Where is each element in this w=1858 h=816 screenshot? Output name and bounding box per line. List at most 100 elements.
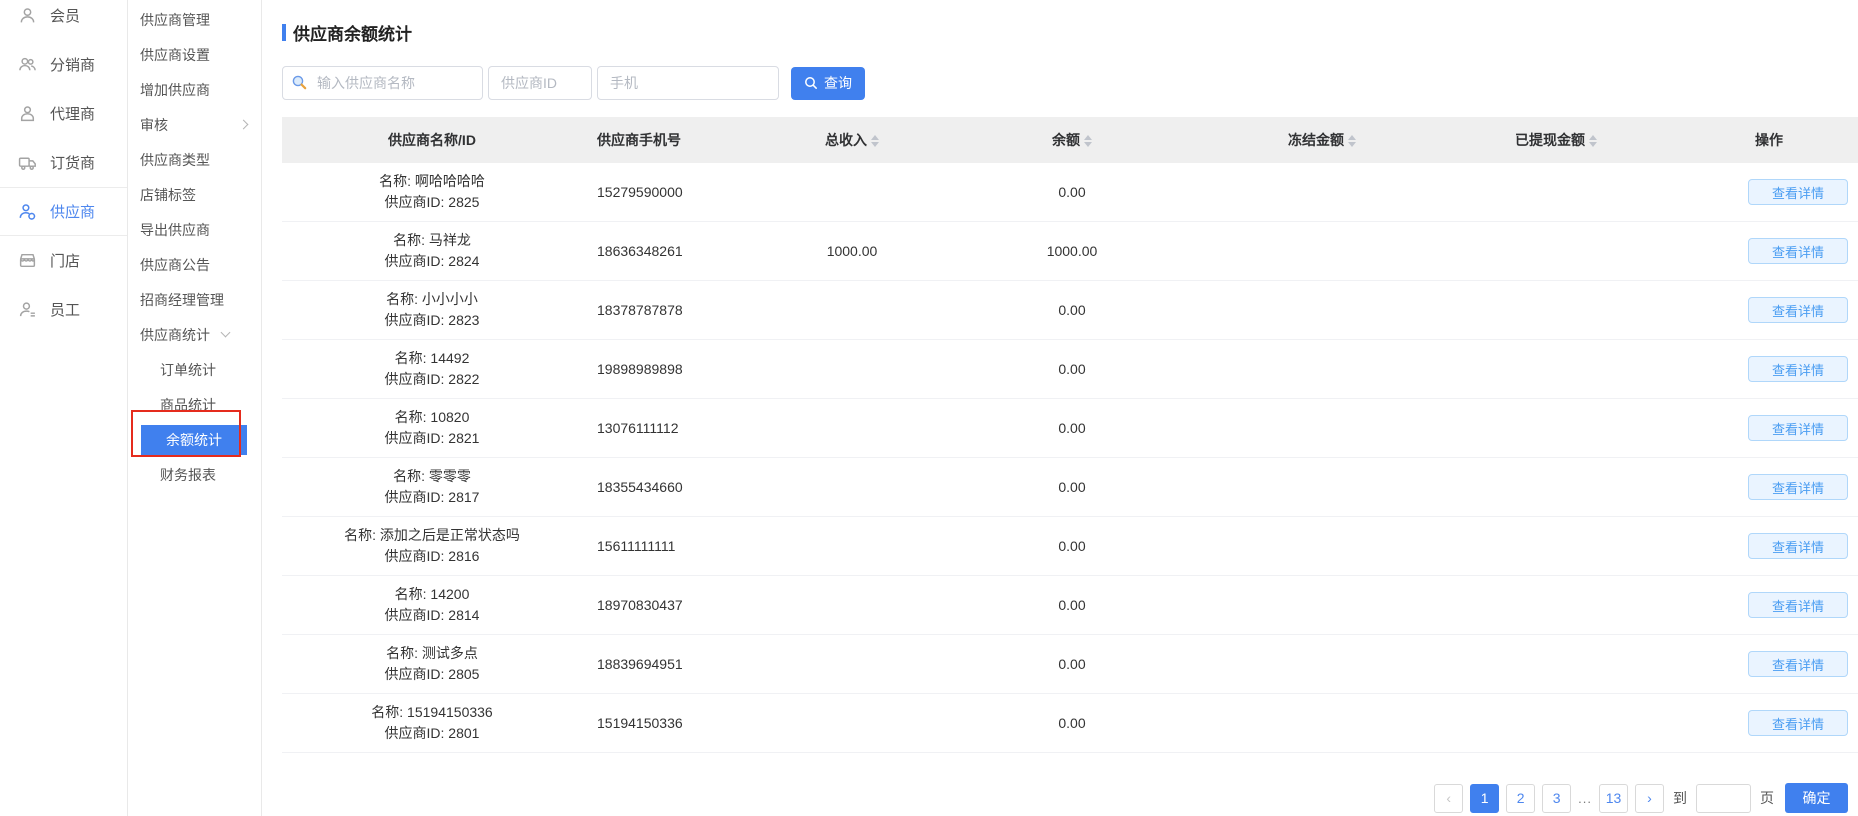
sidebar-item-distributor[interactable]: 分销商	[0, 40, 127, 89]
supplier-id: 供应商ID: 2801	[282, 725, 582, 743]
col-header-total-income[interactable]: 总收入	[772, 130, 932, 150]
page-unit-label: 页	[1760, 788, 1774, 808]
action-cell: 查看详情	[1680, 238, 1858, 264]
menu-item-goods-stats[interactable]: 商品统计	[128, 387, 261, 422]
next-page-button[interactable]: ›	[1635, 784, 1664, 813]
phone-input[interactable]	[597, 66, 779, 100]
search-icon	[804, 76, 818, 90]
sidebar-item-label: 订货商	[50, 152, 95, 173]
supplier-phone: 18378787878	[582, 302, 772, 318]
supplier-name-id-cell: 名称: 小小小小 供应商ID: 2823	[282, 291, 582, 330]
supplier-name-id-cell: 名称: 添加之后是正常状态吗 供应商ID: 2816	[282, 527, 582, 566]
supplier-name-id-cell: 名称: 14200 供应商ID: 2814	[282, 586, 582, 625]
action-cell: 查看详情	[1680, 415, 1858, 441]
supplier-name-id-cell: 名称: 14492 供应商ID: 2822	[282, 350, 582, 389]
supplier-name-id-cell: 名称: 15194150336 供应商ID: 2801	[282, 704, 582, 743]
menu-item-label: 供应商类型	[140, 150, 210, 170]
view-detail-button[interactable]: 查看详情	[1748, 533, 1848, 559]
menu-item-label: 供应商统计	[140, 325, 210, 345]
view-detail-button[interactable]: 查看详情	[1748, 710, 1848, 736]
sort-icon[interactable]	[1589, 135, 1597, 147]
prev-page-button[interactable]: ‹	[1434, 784, 1463, 813]
menu-item-supplier-stats[interactable]: 供应商统计	[128, 317, 261, 352]
view-detail-button[interactable]: 查看详情	[1748, 356, 1848, 382]
supplier-phone: 15279590000	[582, 184, 772, 200]
supplier-name: 名称: 15194150336	[282, 704, 582, 722]
sidebar-item-label: 会员	[50, 5, 80, 26]
menu-item-audit[interactable]: 审核	[128, 107, 261, 142]
menu-item-supplier-manage[interactable]: 供应商管理	[128, 2, 261, 37]
orderer-icon	[17, 153, 37, 173]
page-title-text: 供应商余额统计	[293, 20, 412, 45]
page-button-1[interactable]: 1	[1470, 784, 1499, 813]
sidebar-item-supplier[interactable]: 供应商	[0, 187, 127, 236]
balance-value: 0.00	[932, 597, 1212, 613]
col-header-frozen[interactable]: 冻结金额	[1212, 130, 1432, 150]
table-row: 名称: 马祥龙 供应商ID: 2824 18636348261 1000.00 …	[282, 222, 1858, 281]
menu-item-finance-report[interactable]: 财务报表	[128, 457, 261, 492]
page-title: 供应商余额统计	[282, 20, 1858, 45]
sidebar-item-label: 分销商	[50, 54, 95, 75]
table-row: 名称: 14492 供应商ID: 2822 19898989898 0.00 查…	[282, 340, 1858, 399]
action-cell: 查看详情	[1680, 474, 1858, 500]
view-detail-button[interactable]: 查看详情	[1748, 651, 1848, 677]
goto-label: 到	[1673, 788, 1687, 808]
supplier-name-id-cell: 名称: 10820 供应商ID: 2821	[282, 409, 582, 448]
sort-icon[interactable]	[871, 135, 879, 147]
balance-value: 0.00	[932, 479, 1212, 495]
sidebar-item-label: 供应商	[50, 201, 95, 222]
sidebar-item-agent[interactable]: 代理商	[0, 89, 127, 138]
balance-value: 0.00	[932, 715, 1212, 731]
supplier-id: 供应商ID: 2821	[282, 430, 582, 448]
supplier-name: 名称: 测试多点	[282, 645, 582, 663]
balance-value: 0.00	[932, 361, 1212, 377]
menu-item-balance-stats[interactable]: 余额统计	[128, 422, 261, 457]
table-row: 名称: 小小小小 供应商ID: 2823 18378787878 0.00 查看…	[282, 281, 1858, 340]
menu-item-label: 店铺标签	[140, 185, 196, 205]
view-detail-button[interactable]: 查看详情	[1748, 238, 1848, 264]
supplier-id: 供应商ID: 2814	[282, 607, 582, 625]
supplier-phone: 15611111111	[582, 538, 772, 554]
menu-item-label: 增加供应商	[140, 80, 210, 100]
menu-item-shop-tag[interactable]: 店铺标签	[128, 177, 261, 212]
goto-page-input[interactable]	[1696, 784, 1751, 813]
view-detail-button[interactable]: 查看详情	[1748, 474, 1848, 500]
query-button[interactable]: 查询	[791, 67, 865, 100]
supplier-name: 名称: 马祥龙	[282, 232, 582, 250]
supplier-name: 名称: 10820	[282, 409, 582, 427]
supplier-id-input[interactable]	[488, 66, 592, 100]
sidebar-item-orderer[interactable]: 订货商	[0, 138, 127, 187]
menu-item-supplier-settings[interactable]: 供应商设置	[128, 37, 261, 72]
col-header-name-id: 供应商名称/ID	[282, 130, 582, 150]
menu-item-order-stats[interactable]: 订单统计	[128, 352, 261, 387]
sidebar-item-staff[interactable]: 员工	[0, 285, 127, 334]
last-page-button[interactable]: 13	[1599, 784, 1628, 813]
supplier-id: 供应商ID: 2823	[282, 312, 582, 330]
total-income-value: 1000.00	[772, 243, 932, 259]
menu-item-add-supplier[interactable]: 增加供应商	[128, 72, 261, 107]
sort-icon[interactable]	[1084, 135, 1092, 147]
sidebar-item-store[interactable]: 门店	[0, 236, 127, 285]
menu-item-supplier-notice[interactable]: 供应商公告	[128, 247, 261, 282]
supplier-name-input[interactable]	[282, 66, 483, 100]
sidebar-item-member[interactable]: 会员	[0, 0, 127, 40]
sort-icon[interactable]	[1348, 135, 1356, 147]
view-detail-button[interactable]: 查看详情	[1748, 415, 1848, 441]
menu-item-label: 供应商公告	[140, 255, 210, 275]
page-button-2[interactable]: 2	[1506, 784, 1535, 813]
col-header-withdrawn[interactable]: 已提现金额	[1432, 130, 1680, 150]
view-detail-button[interactable]: 查看详情	[1748, 592, 1848, 618]
balance-value: 0.00	[932, 420, 1212, 436]
menu-item-merchant-manager[interactable]: 招商经理管理	[128, 282, 261, 317]
page-button-3[interactable]: 3	[1542, 784, 1571, 813]
secondary-sidebar: 供应商管理 供应商设置 增加供应商 审核 供应商类型 店铺标签 导出供应商 供应…	[128, 0, 262, 816]
view-detail-button[interactable]: 查看详情	[1748, 179, 1848, 205]
staff-icon	[17, 300, 37, 320]
supplier-phone: 18970830437	[582, 597, 772, 613]
menu-item-export-supplier[interactable]: 导出供应商	[128, 212, 261, 247]
supplier-id: 供应商ID: 2822	[282, 371, 582, 389]
goto-confirm-button[interactable]: 确定	[1785, 783, 1848, 813]
menu-item-supplier-type[interactable]: 供应商类型	[128, 142, 261, 177]
view-detail-button[interactable]: 查看详情	[1748, 297, 1848, 323]
col-header-balance[interactable]: 余额	[932, 130, 1212, 150]
